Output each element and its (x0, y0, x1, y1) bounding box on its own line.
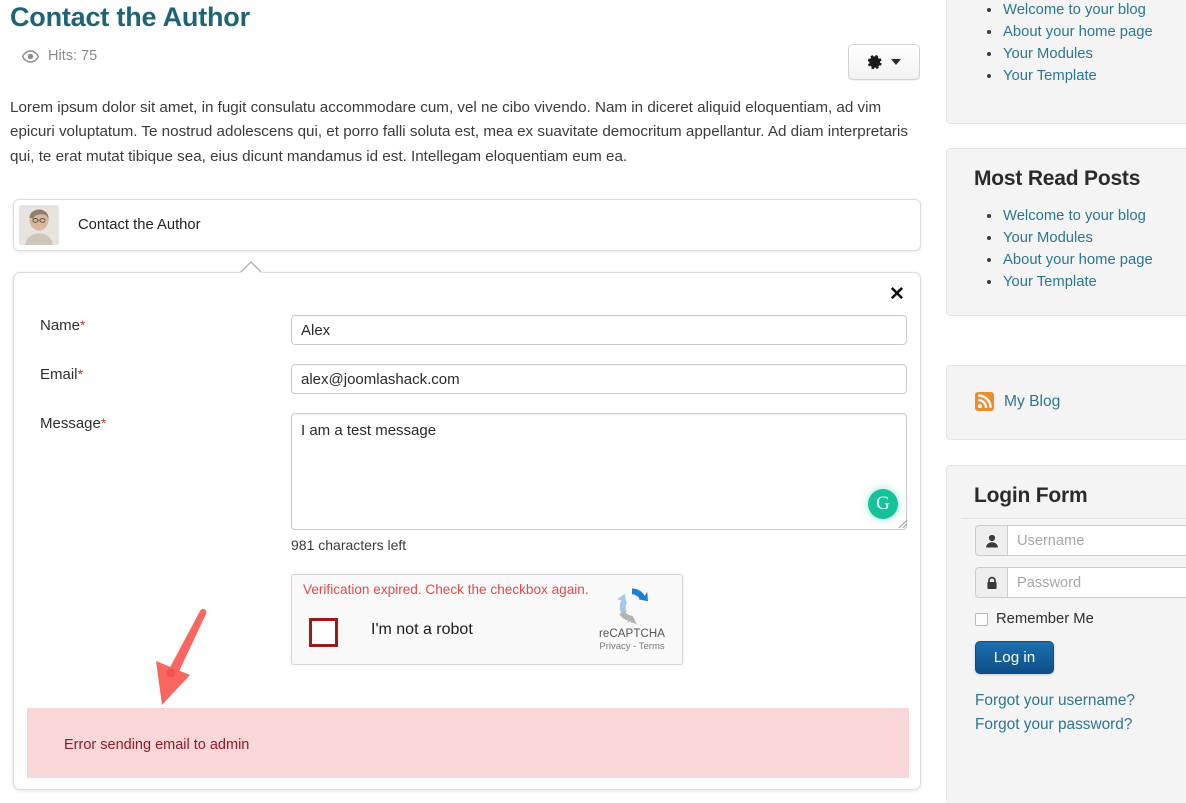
article-options-button[interactable] (848, 44, 920, 80)
name-label: Name* (40, 317, 85, 334)
grammarly-icon[interactable]: G (868, 489, 898, 519)
latest-post-link-0[interactable]: Welcome to your blog (1003, 2, 1146, 18)
textarea-resize-handle[interactable] (896, 517, 908, 529)
sidebar-module-syndicate: My Blog (946, 365, 1186, 440)
remember-me-row[interactable]: Remember Me (975, 611, 1186, 627)
recaptcha-logo-icon (616, 588, 648, 625)
list-item[interactable]: Your Template (947, 271, 1186, 293)
list-item[interactable]: Welcome to your blog (947, 205, 1186, 227)
username-row (975, 525, 1186, 556)
most-read-link-3[interactable]: Your Template (1003, 274, 1097, 290)
list-item[interactable]: Your Modules (947, 227, 1186, 249)
contact-author-bar[interactable]: Contact the Author (13, 199, 921, 251)
eye-icon (22, 49, 39, 63)
list-item[interactable]: Your Modules (947, 43, 1186, 65)
syndicate-link[interactable]: My Blog (1004, 393, 1060, 411)
password-row (975, 567, 1186, 598)
forgot-password-link[interactable]: Forgot your password? (975, 713, 1186, 737)
recaptcha-branding: reCAPTCHA Privacy - Terms (592, 583, 672, 652)
recaptcha-widget: Verification expired. Check the checkbox… (291, 574, 683, 665)
message-label: Message* (40, 415, 106, 432)
most-read-list: Welcome to your blog Your Modules About … (947, 201, 1186, 307)
email-label-text: Email (40, 366, 78, 383)
required-marker: * (80, 317, 86, 333)
latest-post-link-1[interactable]: About your home page (1003, 24, 1153, 40)
recaptcha-checkbox[interactable] (309, 618, 338, 647)
username-input[interactable] (1007, 525, 1186, 556)
password-input[interactable] (1007, 567, 1186, 598)
panel-pointer-arrow-inner (241, 263, 261, 273)
latest-post-link-3[interactable]: Your Template (1003, 68, 1097, 84)
name-input[interactable] (291, 315, 907, 345)
sidebar-module-login: Login Form Username Remember Me Log in F… (946, 465, 1186, 803)
characters-left-counter: 981 characters left (291, 537, 407, 553)
error-alert: Error sending email to admin (27, 708, 909, 778)
lock-icon (975, 567, 1007, 598)
recaptcha-brand-name: reCAPTCHA (598, 628, 666, 640)
article-body-text: Lorem ipsum dolor sit amet, in fugit con… (10, 99, 908, 165)
hits-label: Hits: 75 (48, 48, 98, 64)
email-input[interactable] (291, 364, 907, 394)
error-alert-message: Error sending email to admin (64, 737, 250, 753)
page-root: Contact the Author Hits: 75 Lorem ipsum … (0, 0, 1186, 803)
required-marker: * (77, 366, 83, 382)
avatar (19, 205, 59, 245)
sidebar-module-latest-posts: Welcome to your blog About your home pag… (946, 0, 1186, 124)
page-title: Contact the Author (10, 2, 250, 32)
email-label: Email* (40, 366, 83, 383)
forgot-username-link[interactable]: Forgot your username? (975, 689, 1186, 713)
latest-posts-list: Welcome to your blog About your home pag… (947, 0, 1186, 101)
chevron-down-icon (891, 59, 901, 65)
most-read-title: Most Read Posts (974, 167, 1141, 190)
message-textarea[interactable] (291, 413, 907, 530)
list-item[interactable]: Your Template (947, 65, 1186, 87)
list-item[interactable]: Welcome to your blog (947, 0, 1186, 21)
hits-indicator: Hits: 75 (22, 48, 97, 64)
gear-icon (867, 54, 882, 70)
name-label-text: Name (40, 317, 81, 334)
most-read-link-2[interactable]: About your home page (1003, 252, 1153, 268)
right-sidebar: Welcome to your blog About your home pag… (936, 0, 1186, 803)
close-icon[interactable]: ✕ (884, 281, 910, 307)
contact-form-panel: ✕ Name* Email* Message* G 981 characters… (13, 272, 921, 790)
list-item[interactable]: About your home page (947, 21, 1186, 43)
most-read-link-1[interactable]: Your Modules (1003, 230, 1093, 246)
remember-me-checkbox[interactable] (975, 612, 988, 626)
list-item[interactable]: About your home page (947, 249, 1186, 271)
login-form-title: Login Form (974, 484, 1088, 507)
required-marker: * (100, 415, 107, 431)
latest-post-link-2[interactable]: Your Modules (1003, 46, 1093, 62)
main-content-column: Contact the Author Hits: 75 Lorem ipsum … (0, 0, 936, 803)
recaptcha-error-text: Verification expired. Check the checkbox… (303, 582, 589, 597)
message-label-text: Message (40, 415, 101, 432)
recaptcha-terms-link[interactable]: Privacy - Terms (592, 641, 672, 652)
divider (961, 518, 1186, 519)
rss-icon (975, 392, 994, 411)
remember-me-label: Remember Me (996, 611, 1094, 627)
syndicate-row[interactable]: My Blog (947, 366, 1186, 411)
login-button[interactable]: Log in (975, 641, 1054, 674)
contact-author-link[interactable]: Contact the Author (78, 217, 201, 233)
grammarly-glyph: G (876, 492, 890, 514)
sidebar-module-most-read: Most Read Posts Welcome to your blog You… (946, 148, 1186, 316)
user-icon (975, 525, 1007, 556)
most-read-link-0[interactable]: Welcome to your blog (1003, 208, 1146, 224)
recaptcha-label: I'm not a robot (371, 621, 473, 638)
